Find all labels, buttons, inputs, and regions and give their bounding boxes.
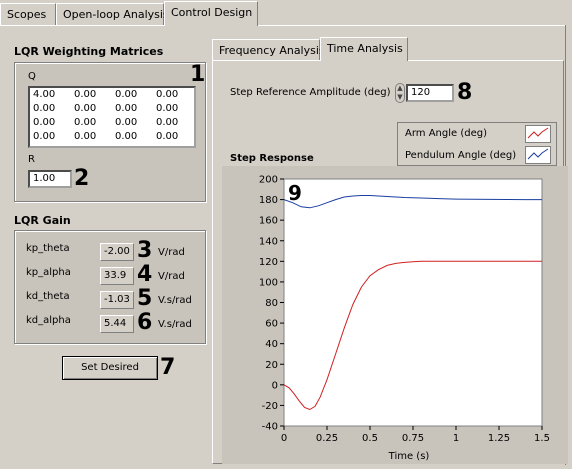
y-tick-label: 60 — [265, 319, 278, 330]
annotation-2: 2 — [74, 166, 90, 191]
q-cell[interactable]: 0.00 — [30, 102, 71, 116]
y-tick-label: 200 — [259, 175, 278, 186]
q-label: Q — [28, 71, 36, 82]
legend-arm-swatch[interactable] — [525, 125, 551, 143]
q-cell[interactable]: 0.00 — [112, 130, 153, 144]
q-cell[interactable]: 0.00 — [112, 116, 153, 130]
annotation-6: 6 — [137, 310, 153, 335]
x-tick-label: 0.5 — [362, 433, 378, 444]
kp-theta-unit: V/rad — [158, 247, 185, 258]
kp-theta-value: -2.00 — [100, 243, 134, 261]
tab-control-design[interactable]: Control Design — [164, 1, 258, 26]
tab-open-loop-analysis[interactable]: Open-loop Analysis — [56, 3, 169, 25]
q-cell[interactable]: 0.00 — [71, 116, 112, 130]
annotation-4: 4 — [137, 262, 153, 287]
legend-arm-line-icon — [527, 127, 549, 139]
x-tick-label: 1.25 — [488, 433, 510, 444]
kd-alpha-value: 5.44 — [100, 315, 134, 333]
r-input[interactable]: 1.00 — [28, 170, 72, 188]
q-cell[interactable]: 0.00 — [153, 88, 194, 102]
main-tab-bar: Scopes Open-loop Analysis Control Design — [0, 0, 572, 26]
chart-legend: Arm Angle (deg) Pendulum Angle (deg) — [397, 122, 557, 166]
annotation-9: 9 — [288, 181, 302, 205]
kp-alpha-label: kp_alpha — [26, 267, 71, 278]
y-tick-label: 20 — [265, 360, 278, 371]
y-tick-label: 140 — [259, 236, 278, 247]
step-amp-spinner[interactable]: ▲ ▼ — [395, 83, 405, 103]
q-cell[interactable]: 0.00 — [112, 102, 153, 116]
lqr-weighting-title: LQR Weighting Matrices — [14, 45, 164, 58]
kd-alpha-label: kd_alpha — [26, 315, 71, 326]
x-tick-label: 1 — [453, 433, 459, 444]
set-desired-button[interactable]: Set Desired — [62, 356, 158, 380]
kd-theta-value: -1.03 — [100, 291, 134, 309]
q-cell[interactable]: 4.00 — [30, 88, 71, 102]
y-tick-label: 80 — [265, 298, 278, 309]
q-cell[interactable]: 0.00 — [112, 88, 153, 102]
legend-pendulum-line-icon — [527, 148, 549, 160]
step-amp-label: Step Reference Amplitude (deg) — [230, 87, 391, 98]
q-cell[interactable]: 0.00 — [153, 102, 194, 116]
legend-arm-label: Arm Angle (deg) — [405, 128, 487, 139]
x-axis-label: Time (s) — [388, 451, 430, 462]
y-tick-label: 0 — [272, 380, 278, 391]
x-tick-label: 1.5 — [534, 433, 550, 444]
kd-alpha-unit: V.s/rad — [158, 319, 192, 330]
q-matrix-row: 0.00 0.00 0.00 0.00 — [30, 130, 194, 144]
y-tick-label: 160 — [259, 216, 278, 227]
annotation-8: 8 — [457, 80, 473, 105]
y-tick-label: -20 — [262, 401, 278, 412]
r-label: R — [28, 154, 35, 165]
q-cell[interactable]: 0.00 — [71, 130, 112, 144]
spin-down-icon[interactable]: ▼ — [396, 93, 404, 102]
q-cell[interactable]: 0.00 — [30, 116, 71, 130]
x-tick-label: 0.25 — [316, 433, 338, 444]
y-tick-label: 120 — [259, 257, 278, 268]
annotation-5: 5 — [137, 286, 153, 311]
annotation-7: 7 — [160, 355, 176, 380]
plot-area — [283, 178, 543, 427]
q-cell[interactable]: 0.00 — [30, 130, 71, 144]
spin-up-icon[interactable]: ▲ — [396, 84, 404, 93]
q-matrix[interactable]: 4.00 0.00 0.00 0.00 0.00 0.00 0.00 0.00 … — [28, 86, 196, 148]
tab-divider — [0, 25, 566, 26]
kp-alpha-value: 33.9 — [100, 267, 134, 285]
kd-theta-label: kd_theta — [26, 291, 70, 302]
y-tick-label: 100 — [259, 277, 278, 288]
chart-title: Step Response — [230, 153, 314, 164]
step-response-chart[interactable]: 200180160140120100806040200-20-40 0 0.25 0… — [222, 166, 568, 466]
q-matrix-row: 4.00 0.00 0.00 0.00 — [30, 88, 194, 102]
legend-pendulum-label: Pendulum Angle (deg) — [405, 150, 517, 161]
legend-pendulum-swatch[interactable] — [525, 146, 551, 164]
annotation-3: 3 — [137, 238, 153, 263]
kp-theta-label: kp_theta — [26, 243, 70, 254]
q-matrix-row: 0.00 0.00 0.00 0.00 — [30, 116, 194, 130]
q-matrix-row: 0.00 0.00 0.00 0.00 — [30, 102, 194, 116]
q-cell[interactable]: 0.00 — [153, 130, 194, 144]
y-tick-label: 40 — [265, 339, 278, 350]
kp-alpha-unit: V/rad — [158, 271, 185, 282]
annotation-1: 1 — [190, 62, 206, 87]
tab-frequency-analysis[interactable]: Frequency Analysis — [212, 39, 325, 60]
x-tick-label: 0 — [281, 433, 287, 444]
y-tick-label: -40 — [262, 422, 278, 433]
q-cell[interactable]: 0.00 — [71, 88, 112, 102]
lqr-gain-title: LQR Gain — [14, 214, 71, 227]
q-cell[interactable]: 0.00 — [153, 116, 194, 130]
q-cell[interactable]: 0.00 — [71, 102, 112, 116]
kd-theta-unit: V.s/rad — [158, 295, 192, 306]
step-amp-input[interactable]: 120 — [406, 84, 454, 102]
tab-time-analysis[interactable]: Time Analysis — [320, 37, 408, 61]
y-tick-label: 180 — [259, 195, 278, 206]
x-tick-label: 0.75 — [402, 433, 424, 444]
tab-scopes[interactable]: Scopes — [0, 3, 56, 25]
